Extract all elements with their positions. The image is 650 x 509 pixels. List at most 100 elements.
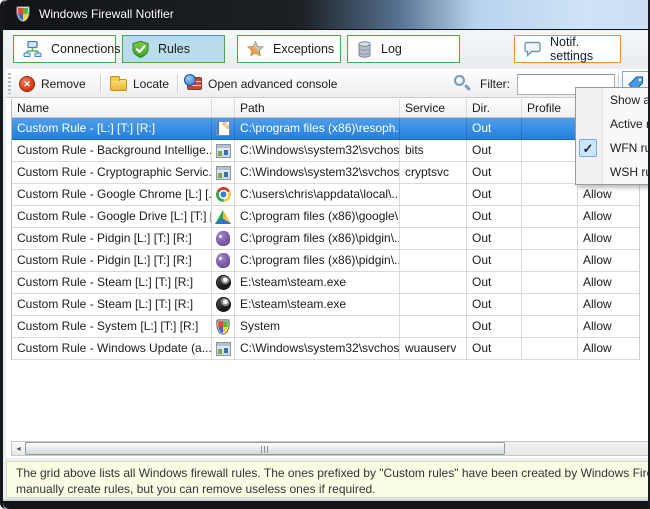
- rule-action: Allow: [578, 206, 640, 227]
- tab-label: Exceptions: [273, 42, 334, 56]
- table-row[interactable]: Custom Rule - Pidgin [L:] [T:] [R:] C:\p…: [12, 250, 639, 272]
- rule-service: [400, 272, 467, 293]
- header-dir[interactable]: Dir.: [467, 99, 522, 117]
- rule-name: Custom Rule - Windows Update (a...: [12, 338, 212, 359]
- table-row[interactable]: Custom Rule - Steam [L:] [T:] [R:] E:\st…: [12, 294, 639, 316]
- rule-action: Allow: [578, 184, 640, 205]
- table-row[interactable]: Custom Rule - Windows Update (a... C:\Wi…: [12, 338, 639, 360]
- tab-label: Notif. settings: [550, 35, 620, 63]
- titlebar[interactable]: Windows Firewall Notifier: [3, 0, 650, 30]
- database-icon: [357, 41, 372, 58]
- separator: [177, 74, 178, 93]
- rule-profile: [522, 294, 578, 315]
- rule-action: Allow: [578, 228, 640, 249]
- rule-dir: Out: [467, 338, 522, 359]
- rule-profile: [522, 162, 578, 183]
- rule-profile: [522, 272, 578, 293]
- header-profile[interactable]: Profile: [522, 99, 578, 117]
- menu-item-active-rules[interactable]: Active rules: [576, 112, 650, 136]
- remove-button[interactable]: ✕ Remove: [15, 72, 90, 95]
- toolbar-grip: [8, 73, 11, 94]
- rule-service: [400, 316, 467, 337]
- rule-service: wuauserv: [400, 338, 467, 359]
- tab-log[interactable]: Log: [347, 35, 460, 63]
- tab-connections[interactable]: Connections: [13, 35, 116, 63]
- rule-path: E:\steam\steam.exe: [235, 294, 400, 315]
- rule-service: cryptsvc: [400, 162, 467, 183]
- open-advanced-console-button[interactable]: Open advanced console: [183, 72, 341, 95]
- network-icon: [23, 41, 42, 57]
- rules-filter-menu: Show all Active rules ✓ WFN rules WSH ru…: [575, 87, 650, 185]
- table-row[interactable]: Custom Rule - Pidgin [L:] [T:] [R:] C:\p…: [12, 228, 639, 250]
- locate-folder-icon: [110, 79, 127, 91]
- rules-grid-panel: Name Path Service Dir. Profile Custom Ru…: [6, 98, 650, 458]
- rules-grid: Name Path Service Dir. Profile Custom Ru…: [11, 99, 640, 360]
- rule-path: C:\Windows\system32\svchos...: [235, 162, 400, 183]
- menu-item-wsh-rules[interactable]: WSH rules: [576, 160, 650, 184]
- star-icon: [247, 41, 264, 57]
- filter-label: Filter:: [480, 77, 510, 91]
- header-icon-column[interactable]: [212, 99, 235, 117]
- table-row[interactable]: Custom Rule - [L:] [T:] [R:] C:\program …: [12, 118, 639, 140]
- rule-action: Allow: [578, 272, 640, 293]
- rule-name: Custom Rule - Pidgin [L:] [T:] [R:]: [12, 250, 212, 271]
- rule-path: E:\steam\steam.exe: [235, 272, 400, 293]
- rule-profile: [522, 316, 578, 337]
- table-row[interactable]: Custom Rule - System [L:] [T:] [R:] Syst…: [12, 316, 639, 338]
- app-window: Windows Firewall Notifier Connections: [0, 0, 650, 509]
- rule-path: C:\program files (x86)\resoph...: [235, 118, 400, 139]
- search-icon: [454, 75, 465, 86]
- rule-action: Allow: [578, 294, 640, 315]
- rule-action: Allow: [578, 338, 640, 359]
- steam-icon: [216, 275, 231, 290]
- scrollbar-thumb[interactable]: [25, 442, 505, 455]
- locate-button[interactable]: Locate: [106, 72, 173, 95]
- rule-service: [400, 184, 467, 205]
- rule-service: [400, 250, 467, 271]
- rule-path: C:\program files (x86)\pidgin\...: [235, 250, 400, 271]
- rule-action: Allow: [578, 250, 640, 271]
- menu-item-label: WFN rules: [610, 141, 650, 155]
- rule-dir: Out: [467, 206, 522, 227]
- rule-path: C:\program files (x86)\pidgin\...: [235, 228, 400, 249]
- tab-notif-settings[interactable]: Notif. settings: [514, 35, 621, 63]
- rule-dir: Out: [467, 118, 522, 139]
- status-bar: The grid above lists all Windows firewal…: [6, 461, 650, 498]
- rule-profile: [522, 338, 578, 359]
- menu-item-show-all[interactable]: Show all: [576, 88, 650, 112]
- horizontal-scrollbar[interactable]: ◂: [11, 441, 650, 456]
- rule-path: System: [235, 316, 400, 337]
- rule-dir: Out: [467, 272, 522, 293]
- header-path[interactable]: Path: [235, 99, 400, 117]
- table-row[interactable]: Custom Rule - Steam [L:] [T:] [R:] E:\st…: [12, 272, 639, 294]
- rule-name: Custom Rule - Steam [L:] [T:] [R:]: [12, 272, 212, 293]
- rule-dir: Out: [467, 162, 522, 183]
- rule-name: Custom Rule - Cryptographic Servic...: [12, 162, 212, 183]
- table-row[interactable]: Custom Rule - Background Intellige... C:…: [12, 140, 639, 162]
- app-shield-icon: [16, 6, 30, 22]
- remove-icon: ✕: [19, 76, 35, 92]
- rule-action: Allow: [578, 316, 640, 337]
- checkmark-icon: ✓: [579, 139, 597, 157]
- table-row[interactable]: Custom Rule - Google Chrome [L:] [... C:…: [12, 184, 639, 206]
- table-row[interactable]: Custom Rule - Google Drive [L:] [T:] [..…: [12, 206, 639, 228]
- steam-icon: [216, 297, 231, 312]
- scrollbar-left-arrow[interactable]: ◂: [12, 442, 26, 455]
- header-service[interactable]: Service: [400, 99, 467, 117]
- pidgin-icon: [216, 253, 230, 268]
- svchost-icon: [216, 144, 231, 158]
- menu-item-wfn-rules[interactable]: ✓ WFN rules: [576, 136, 650, 160]
- rule-service: [400, 228, 467, 249]
- table-row[interactable]: Custom Rule - Cryptographic Servic... C:…: [12, 162, 639, 184]
- rule-name: Custom Rule - Google Chrome [L:] [...: [12, 184, 212, 205]
- rule-profile: [522, 118, 578, 139]
- rule-service: [400, 206, 467, 227]
- notes-icon: [216, 121, 230, 136]
- rule-name: Custom Rule - [L:] [T:] [R:]: [12, 118, 212, 139]
- rule-dir: Out: [467, 316, 522, 337]
- rule-path: C:\users\chris\appdata\local\...: [235, 184, 400, 205]
- tab-rules[interactable]: Rules: [122, 35, 225, 63]
- rule-dir: Out: [467, 294, 522, 315]
- tab-exceptions[interactable]: Exceptions: [237, 35, 341, 63]
- header-name[interactable]: Name: [12, 99, 212, 117]
